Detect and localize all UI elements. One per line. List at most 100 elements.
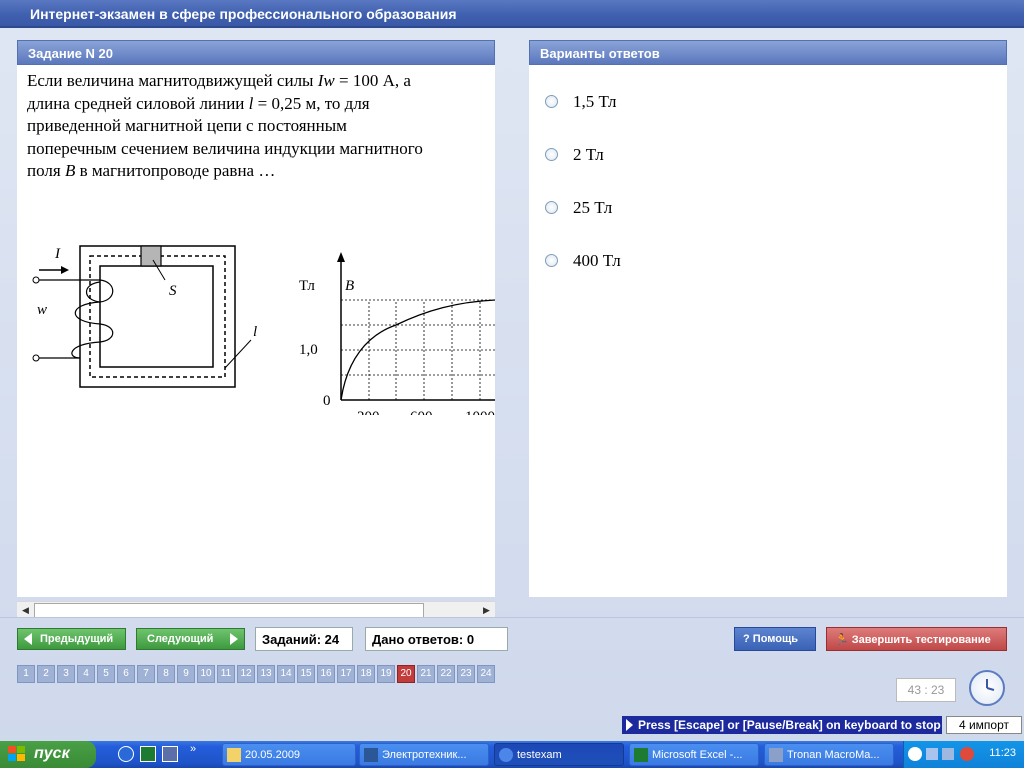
previous-button[interactable]: Предыдущий <box>17 628 126 650</box>
answer-option[interactable]: 2 Тл <box>545 145 604 165</box>
page-button[interactable]: 19 <box>377 665 395 683</box>
radio-button[interactable] <box>545 201 558 215</box>
clock-time: 11:23 <box>989 747 1016 759</box>
page-button-current[interactable]: 20 <box>397 665 415 683</box>
answers-given-count: Дано ответов: 0 <box>365 627 508 651</box>
page-button[interactable]: 6 <box>117 665 135 683</box>
timer-display: 43 : 23 <box>896 678 956 702</box>
page-button[interactable]: 7 <box>137 665 155 683</box>
taskbar-item-word[interactable]: Электротехник... <box>359 743 489 766</box>
graph-y-var: B <box>345 278 354 294</box>
question-line: поля B в магнитопроводе равна … <box>27 161 276 180</box>
tasks-count: Заданий: 24 <box>255 627 353 651</box>
arrow-right-icon <box>230 633 238 645</box>
page-button[interactable]: 10 <box>197 665 215 683</box>
page-button[interactable]: 18 <box>357 665 375 683</box>
page-button[interactable]: 22 <box>437 665 455 683</box>
question-text: Если величина магнитодвижущей силы Iw = … <box>27 70 487 183</box>
page-button[interactable]: 8 <box>157 665 175 683</box>
macro-icon <box>769 748 783 762</box>
length-label: l <box>253 324 257 340</box>
page-button[interactable]: 4 <box>77 665 95 683</box>
question-line: приведенной магнитной цепи с постоянным <box>27 116 347 135</box>
question-line: Если величина магнитодвижущей силы Iw = … <box>27 71 411 90</box>
core-inner <box>99 265 214 368</box>
tray-expand-icon[interactable] <box>908 747 922 761</box>
help-button[interactable]: ? Помощь <box>734 627 816 651</box>
taskbar-item-macro[interactable]: Tronan MacroMa... <box>764 743 894 766</box>
radio-button[interactable] <box>545 148 558 162</box>
tray-app-icon[interactable] <box>960 747 974 761</box>
quicklaunch-browser-icon[interactable] <box>118 746 134 762</box>
control-divider <box>0 617 1024 618</box>
taskbar-item-excel[interactable]: Microsoft Excel -... <box>629 743 759 766</box>
page-button[interactable]: 21 <box>417 665 435 683</box>
page-button[interactable]: 13 <box>257 665 275 683</box>
keyboard-notice: Press [Escape] or [Pause/Break] on keybo… <box>622 716 942 734</box>
question-figure: S I w l Тл B 1,0 0 <box>32 245 495 415</box>
answer-option[interactable]: 1,5 Тл <box>545 92 617 112</box>
cross-section-block <box>140 245 162 267</box>
radio-button[interactable] <box>545 95 558 109</box>
quicklaunch-bmp-icon[interactable] <box>162 746 178 762</box>
scroll-left-icon[interactable]: ◀ <box>18 603 33 618</box>
page-button[interactable]: 23 <box>457 665 475 683</box>
graph-y-tick: 0 <box>323 393 331 409</box>
page-button[interactable]: 2 <box>37 665 55 683</box>
finish-test-button[interactable]: 🏃 Завершить тестирование <box>826 627 1007 651</box>
chevron-icon[interactable]: » <box>190 743 196 755</box>
graph-y-unit: Тл <box>299 278 315 294</box>
answer-label: 1,5 Тл <box>573 92 617 111</box>
page-button[interactable]: 24 <box>477 665 495 683</box>
graph-x-tick: 200 <box>357 409 380 415</box>
answers-panel: Варианты ответов 1,5 Тл 2 Тл 25 Тл 400 Т… <box>529 40 1007 597</box>
task-body: Если величина магнитодвижущей силы Iw = … <box>17 65 495 618</box>
taskbar-item-testexam[interactable]: testexam <box>494 743 624 766</box>
scroll-right-icon[interactable]: ▶ <box>479 603 494 618</box>
turns-label: w <box>37 302 47 318</box>
notice-tag: 4 импорт <box>946 716 1022 734</box>
radio-button[interactable] <box>545 254 558 268</box>
page-button[interactable]: 17 <box>337 665 355 683</box>
answer-option[interactable]: 400 Тл <box>545 251 621 271</box>
graph-x-tick: 1000 <box>465 409 495 415</box>
tray-play-icon[interactable] <box>926 748 938 760</box>
page-button[interactable]: 16 <box>317 665 335 683</box>
quicklaunch-excel-icon[interactable] <box>140 746 156 762</box>
page-button[interactable]: 5 <box>97 665 115 683</box>
testexam-icon <box>499 748 513 762</box>
mean-path-line <box>89 255 226 378</box>
horizontal-scrollbar[interactable]: ◀ ▶ <box>17 601 495 618</box>
page-button[interactable]: 14 <box>277 665 295 683</box>
arrow-left-icon <box>24 633 32 645</box>
task-header: Задание N 20 <box>17 40 495 65</box>
taskbar: пуск » 20.05.2009 Электротехник... teste… <box>0 741 1024 768</box>
word-icon <box>364 748 378 762</box>
page-button[interactable]: 15 <box>297 665 315 683</box>
page-button[interactable]: 1 <box>17 665 35 683</box>
page-button[interactable]: 11 <box>217 665 235 683</box>
answer-label: 2 Тл <box>573 145 604 164</box>
terminal-top <box>32 276 40 284</box>
question-mark-icon: ? <box>743 633 750 645</box>
play-icon <box>626 719 633 731</box>
start-button[interactable]: пуск <box>0 741 96 768</box>
question-line: длина средней силовой линии l = 0,25 м, … <box>27 93 370 113</box>
page-button[interactable]: 9 <box>177 665 195 683</box>
answer-label: 25 Тл <box>573 198 613 217</box>
page-button[interactable]: 3 <box>57 665 75 683</box>
answers-header: Варианты ответов <box>529 40 1007 65</box>
current-label: I <box>54 246 61 262</box>
window-title-bar: Интернет-экзамен в сфере профессионально… <box>0 0 1024 28</box>
running-man-icon: 🏃 <box>835 634 849 646</box>
taskbar-item-folder[interactable]: 20.05.2009 <box>222 743 356 766</box>
tray-network-icon[interactable] <box>942 748 954 760</box>
question-line: поперечным сечением величина индукции ма… <box>27 138 423 158</box>
page-button[interactable]: 12 <box>237 665 255 683</box>
windows-logo-icon <box>8 746 25 761</box>
answer-option[interactable]: 25 Тл <box>545 198 612 218</box>
scroll-thumb[interactable] <box>34 603 424 618</box>
next-button[interactable]: Следующий <box>136 628 245 650</box>
folder-icon <box>227 748 241 762</box>
terminal-bottom <box>32 354 40 362</box>
